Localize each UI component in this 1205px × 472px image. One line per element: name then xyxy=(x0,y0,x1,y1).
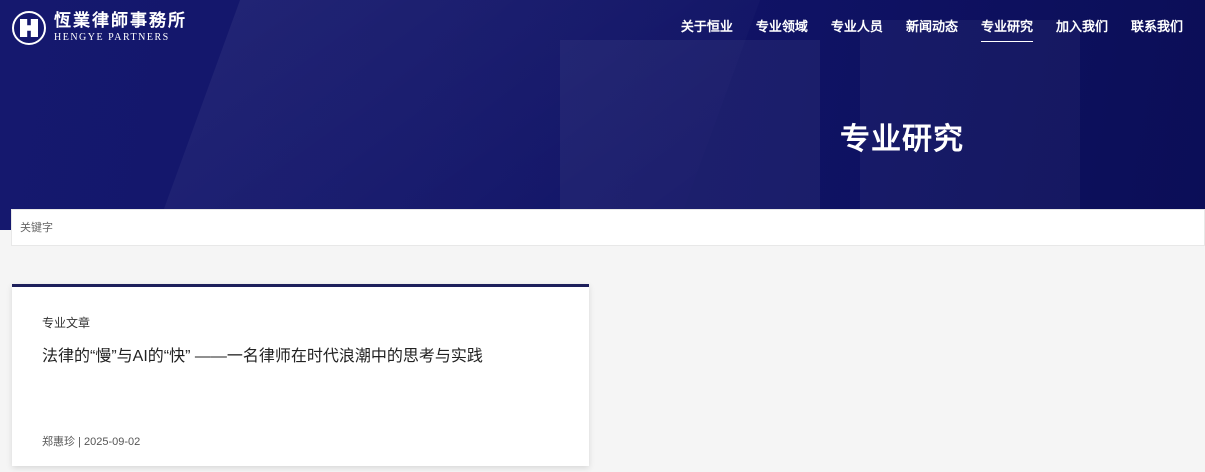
keyword-search-bar xyxy=(11,209,1205,246)
logo-emblem-icon xyxy=(12,11,46,45)
logo-english-name: HENGYE PARTNERS xyxy=(54,32,170,43)
keyword-search-input[interactable] xyxy=(12,210,1204,245)
article-card[interactable]: 专业文章 法律的“慢”与AI的“快” ——一名律师在时代浪潮中的思考与实践 郑惠… xyxy=(12,284,589,466)
page-title: 专业研究 xyxy=(840,123,964,156)
article-meta: 郑惠珍 | 2025-09-02 xyxy=(42,436,141,448)
article-title[interactable]: 法律的“慢”与AI的“快” ——一名律师在时代浪潮中的思考与实践 xyxy=(42,342,483,366)
main-nav: 关于恒业 专业领域 专业人员 新闻动态 专业研究 加入我们 联系我们 xyxy=(681,16,1183,42)
nav-item-professionals[interactable]: 专业人员 xyxy=(831,16,883,42)
logo-chinese-name: 恆業律師事務所 xyxy=(54,11,187,31)
article-category: 专业文章 xyxy=(42,316,91,330)
nav-item-practice-areas[interactable]: 专业领域 xyxy=(756,16,808,42)
hero-decoration xyxy=(560,40,820,230)
nav-item-research[interactable]: 专业研究 xyxy=(980,16,1033,42)
nav-item-contact[interactable]: 联系我们 xyxy=(1131,16,1183,42)
nav-item-news[interactable]: 新闻动态 xyxy=(906,16,958,42)
hero-banner: 恆業律師事務所 HENGYE PARTNERS 关于恒业 专业领域 专业人员 新… xyxy=(0,0,1205,230)
site-logo[interactable]: 恆業律師事務所 HENGYE PARTNERS xyxy=(12,10,187,46)
nav-item-careers[interactable]: 加入我们 xyxy=(1056,16,1108,42)
nav-item-about[interactable]: 关于恒业 xyxy=(681,16,733,42)
